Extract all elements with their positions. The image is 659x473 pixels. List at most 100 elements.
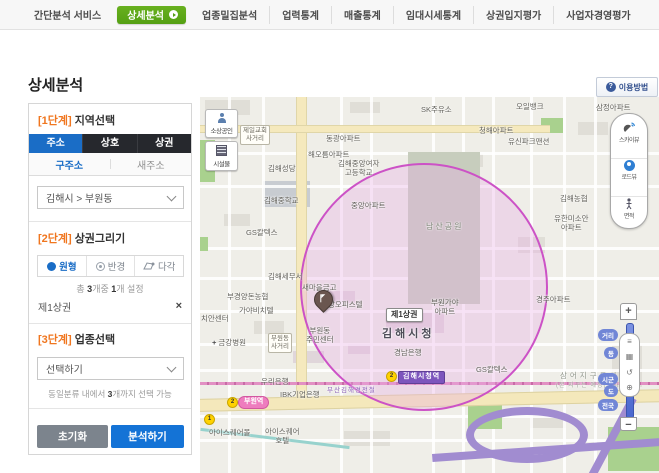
small-business-layer-button[interactable]: 소상공인	[205, 109, 238, 138]
map-view-controls: 스카이뷰 로드뷰 면적	[610, 113, 648, 229]
map-label: 김해성당	[268, 164, 296, 173]
step3-title: 업종선택	[75, 334, 115, 346]
step1-title: 지역선택	[75, 115, 115, 127]
area-name: 제1상권	[38, 299, 71, 314]
nav-tab-label: 상권입지평가	[486, 7, 541, 22]
nav-tab-label: 임대시세통계	[406, 7, 461, 22]
step1-heading: [1단계]지역선택	[38, 112, 115, 128]
zoom-level-badge[interactable]: 시군	[598, 373, 618, 385]
reset-view-icon[interactable]: ↺	[626, 369, 633, 377]
map-label: 동광아파트	[326, 134, 361, 143]
address-subtabs: 구주소 새주소	[29, 153, 191, 176]
tool-polygon-button[interactable]: 다각	[134, 256, 183, 276]
chevron-down-icon	[167, 191, 177, 201]
circle-icon	[47, 262, 56, 271]
roadview-button[interactable]: 로드뷰	[611, 158, 647, 182]
trade-area-circle	[300, 163, 548, 411]
page: 간단분석 서비스상세분석업종밀집분석업력통계매출통계임대시세통계상권입지평가사업…	[0, 0, 659, 473]
share-location-icon[interactable]: ⊕	[626, 384, 633, 392]
nav-tab-item[interactable]: 사업자경영평가	[553, 6, 642, 24]
nav-tab-label: 상세분석	[127, 7, 164, 22]
map-label: SK주유소	[421, 105, 452, 114]
divider	[29, 408, 191, 409]
polygon-icon	[143, 261, 155, 271]
step2-badge: [2단계]	[38, 233, 72, 245]
chevron-down-icon	[167, 362, 177, 372]
tab-trade-area[interactable]: 상권	[137, 134, 191, 153]
facilities-layer-button[interactable]: 시설물	[205, 141, 238, 171]
nav-tab-item[interactable]: 간단분석 서비스	[22, 6, 113, 24]
map-shape	[200, 237, 208, 251]
area-list-item: 제1상권 ×	[38, 298, 182, 314]
zoom-in-button[interactable]: +	[620, 303, 637, 320]
nav-tab-item[interactable]: 상권입지평가	[473, 6, 553, 24]
measure-label: 면적	[624, 211, 634, 220]
remove-area-icon[interactable]: ×	[176, 301, 182, 311]
help-button[interactable]: ? 이용방법	[596, 77, 658, 97]
nav-tab-label: 업종밀집분석	[202, 7, 257, 22]
zoom-out-button[interactable]: −	[620, 417, 637, 431]
nav-tab-label: 업력통계	[282, 7, 319, 22]
map-canvas[interactable]: SK주유소오일뱅크삼정아파트동광아파트해오름아파트청해아파트유신파크맨션김해성당…	[200, 97, 659, 473]
nav-tab-item[interactable]: 업력통계	[269, 6, 331, 24]
nav-tab-label: 사업자경영평가	[566, 7, 630, 22]
step3-heading: [3단계]업종선택	[38, 331, 115, 347]
region-select[interactable]: 김해시 > 부원동	[37, 186, 184, 209]
skyview-button[interactable]: 스카이뷰	[619, 121, 639, 145]
zoom-level-badge[interactable]: 전국	[598, 399, 618, 411]
industry-select[interactable]: 선택하기	[37, 357, 184, 380]
help-button-label: 이용방법	[619, 82, 648, 93]
tool-radius-button[interactable]: 반경	[86, 256, 135, 276]
map-label: 치안센터	[201, 314, 229, 323]
area-count-status: 총 3개중 1개 설정	[29, 282, 191, 295]
nav-tab-item[interactable]: 임대시세통계	[393, 6, 473, 24]
nav-tabs: 간단분석 서비스 상세분석 업종밀집분석 업력통계 매출통계 임대시세통계 상권입지평가 사업…	[0, 0, 659, 30]
reset-button[interactable]: 초기화	[37, 425, 108, 448]
map-tool-pill: ≡ ▦ ↺ ⊕	[619, 333, 640, 397]
flag-icon	[318, 294, 327, 303]
step3-badge: [3단계]	[38, 334, 72, 346]
map-shape	[200, 439, 659, 442]
person-icon	[217, 113, 227, 123]
map-label: 삼정아파트	[596, 103, 631, 112]
nav-tab-active[interactable]: 상세분석	[117, 6, 186, 24]
zoom-level-badge[interactable]: 거리	[598, 329, 618, 341]
map-shape	[350, 102, 380, 113]
nav-tab-label: 간단분석 서비스	[34, 7, 101, 22]
tab-address[interactable]: 주소	[29, 134, 82, 153]
tool-circle-label: 원형	[59, 259, 76, 273]
tab-store-name[interactable]: 상호	[82, 134, 136, 153]
zoom-level-badge[interactable]: 동	[604, 347, 618, 359]
roadview-label: 로드뷰	[621, 172, 636, 181]
map-shape	[200, 125, 550, 133]
tool-polygon-label: 다각	[158, 259, 175, 273]
page-title: 상세분석	[28, 74, 83, 95]
question-icon: ?	[606, 82, 616, 92]
industry-note: 동일분류 내에서 3개까지 선택 가능	[29, 388, 191, 400]
subtab-new-address[interactable]: 새주소	[111, 157, 192, 172]
nav-tab-item[interactable]: 업종밀집분석	[190, 6, 269, 24]
map-label: 유한미소안 아파트	[554, 214, 589, 233]
step2-title: 상권그리기	[75, 233, 126, 245]
zoom-level-badge[interactable]: 도	[604, 385, 618, 397]
roadview-icon	[624, 160, 635, 171]
map-layer-buttons: 소상공인 시설물	[205, 109, 238, 174]
map-shape	[578, 122, 608, 135]
divider	[29, 221, 191, 222]
map-shape	[254, 321, 284, 334]
cadastral-map-icon[interactable]: ▦	[626, 353, 634, 361]
map-shape	[200, 415, 659, 418]
subtab-old-address[interactable]: 구주소	[29, 157, 110, 172]
layer-button-label: 소상공인	[211, 125, 233, 135]
analyze-button[interactable]: 분석하기	[111, 425, 184, 448]
draw-tools: 원형 반경 다각	[37, 255, 184, 277]
map-shape	[466, 407, 588, 463]
measure-button[interactable]: 면적	[611, 196, 647, 221]
layers-icon[interactable]: ≡	[627, 338, 632, 346]
nav-tab-item[interactable]: 매출통계	[331, 6, 393, 24]
divider	[29, 323, 191, 324]
satellite-dish-icon	[623, 122, 636, 134]
tool-circle-button[interactable]: 원형	[38, 256, 86, 276]
skyview-label: 스카이뷰	[619, 135, 639, 144]
region-tabs: 주소 상호 상권	[29, 134, 191, 153]
